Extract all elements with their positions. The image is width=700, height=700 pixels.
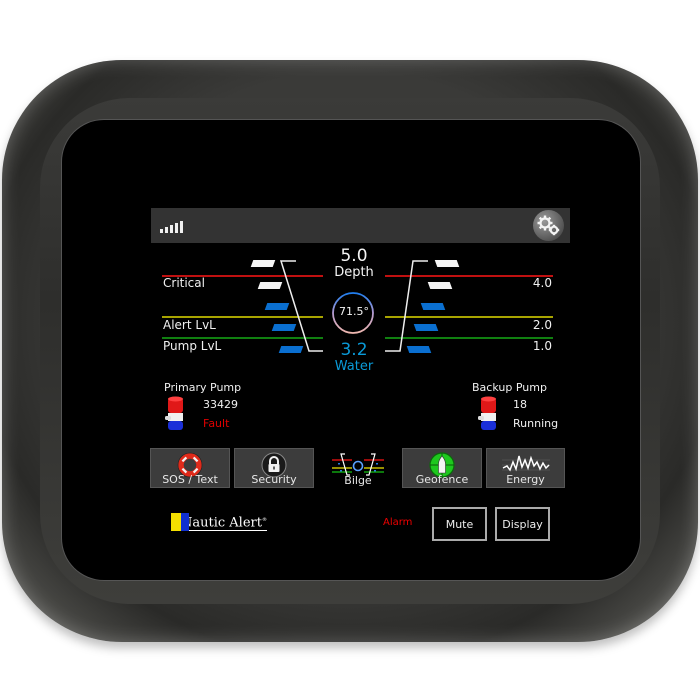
energy-button[interactable]: Energy bbox=[486, 448, 565, 488]
brand-name: Nautic Alert® bbox=[181, 513, 267, 532]
bilge-label: Bilge bbox=[344, 474, 372, 487]
primary-pump-status: Fault bbox=[203, 417, 230, 430]
registered-mark: ® bbox=[261, 516, 267, 523]
mute-button[interactable]: Mute bbox=[432, 507, 487, 541]
water-value: 3.2 bbox=[340, 340, 368, 360]
backup-pump-count: 18 bbox=[513, 398, 527, 411]
geofence-label: Geofence bbox=[415, 473, 469, 486]
backup-pump-status: Running bbox=[513, 417, 559, 430]
primary-pump-title: Primary Pump bbox=[164, 381, 242, 394]
nautic-alert-logo: Nautic Alert® bbox=[171, 512, 267, 532]
primary-pump-count: 33429 bbox=[203, 398, 238, 411]
backup-pump-icon[interactable] bbox=[478, 396, 498, 434]
depth-value: 5.0 bbox=[340, 246, 368, 266]
energy-label: Energy bbox=[506, 473, 545, 486]
security-label: Security bbox=[251, 473, 297, 486]
water-label: Water bbox=[334, 359, 374, 374]
display-button[interactable]: Display bbox=[495, 507, 550, 541]
sos-text-label: SOS / Text bbox=[162, 473, 218, 486]
geofence-button[interactable]: Geofence bbox=[402, 448, 482, 488]
primary-pump-icon[interactable] bbox=[165, 396, 185, 434]
brand-text: Nautic Alert bbox=[181, 515, 262, 531]
logo-mark bbox=[171, 513, 189, 531]
bilge-button[interactable]: Bilge bbox=[318, 448, 398, 488]
depth-label: Depth bbox=[334, 265, 374, 280]
temperature-readout: 71.5° bbox=[339, 305, 369, 318]
backup-pump-title: Backup Pump bbox=[472, 381, 547, 394]
alarm-indicator: Alarm bbox=[383, 517, 413, 528]
security-button[interactable]: Security bbox=[234, 448, 314, 488]
sos-text-button[interactable]: SOS / Text bbox=[150, 448, 230, 488]
